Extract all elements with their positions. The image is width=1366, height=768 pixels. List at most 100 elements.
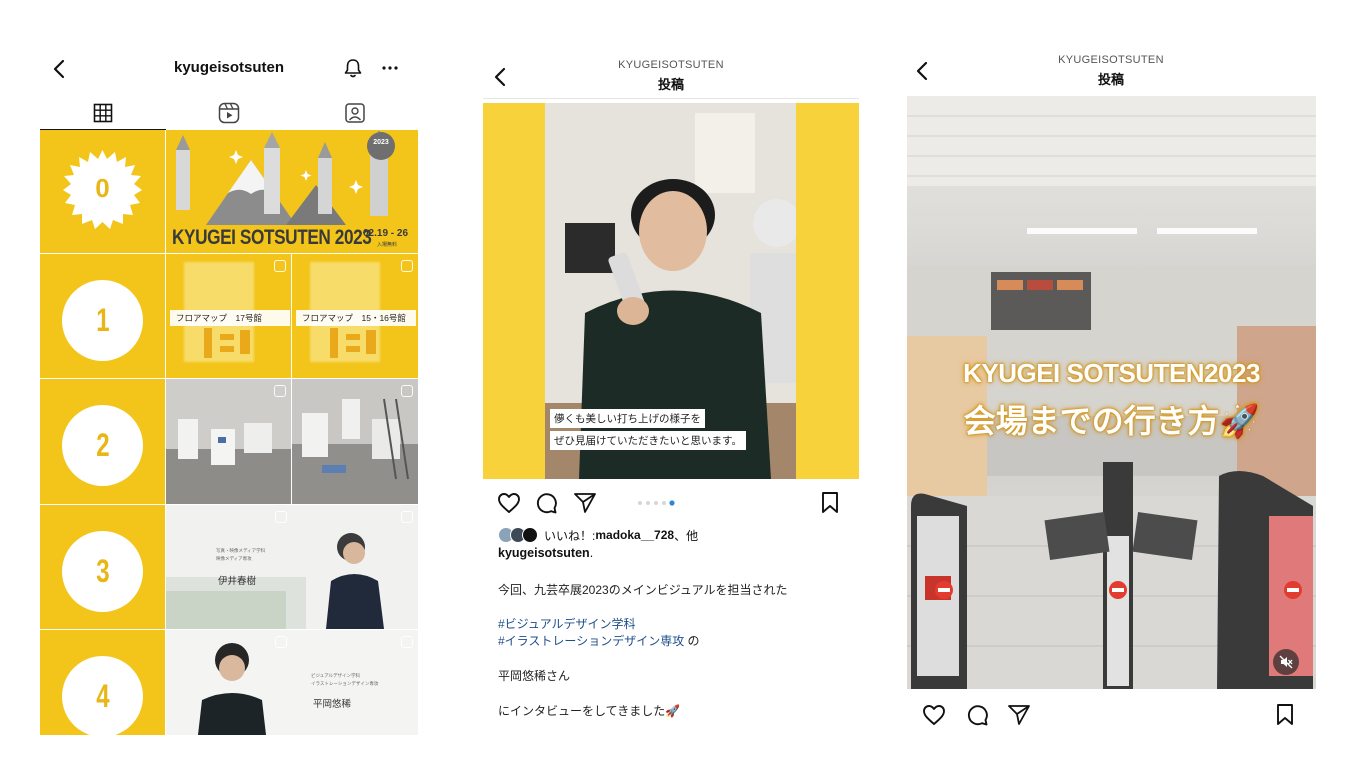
more-horizontal-icon[interactable]	[380, 59, 400, 77]
select-checkbox	[275, 511, 287, 523]
gallery-photo	[166, 379, 291, 504]
reel-overlay-line-2: 会場までの行き方🚀	[963, 403, 1260, 439]
post-header-title: 投稿	[657, 77, 684, 92]
profile-screen: kyugeisotsuten 0 2023 KYUGEI SOTSUTEN 20…	[40, 0, 418, 768]
number-circle: 4	[62, 656, 143, 735]
map-graphic	[204, 328, 250, 358]
portrait-dept: ビジュアルデザイン学科	[311, 673, 361, 678]
caption-account-suffix: .	[589, 546, 594, 560]
carousel-dots	[638, 500, 675, 506]
heart-icon[interactable]	[922, 704, 946, 726]
share-icon[interactable]	[573, 492, 597, 514]
share-icon[interactable]	[1007, 704, 1031, 726]
heart-icon[interactable]	[497, 492, 521, 514]
post-screen: KYUGEISOTSUTEN 投稿 儚くも美しい打ち上げの様子を ぜひ見届けてい…	[483, 0, 859, 768]
portrait-name: 伊井春樹	[218, 576, 257, 587]
hero-title: KYUGEI SOTSUTEN 2023	[172, 226, 372, 249]
caption-particle: の	[687, 634, 700, 648]
caption-hashtag-line: #イラストレーションデザイン専攻 の	[498, 632, 700, 649]
reel-overlay-line-1: KYUGEI SOTSUTEN2023	[963, 358, 1260, 388]
grid-tile-2[interactable]: 2	[40, 379, 165, 504]
hashtag-visual-design[interactable]: #ビジュアルデザイン学科	[498, 615, 635, 632]
grid-tile-gallery-photo[interactable]	[166, 379, 291, 504]
caption-account-name: kyugeisotsuten	[498, 546, 590, 560]
grid-tile-0[interactable]: 0	[40, 130, 165, 253]
caption-account[interactable]: kyugeisotsuten.	[498, 546, 593, 560]
reel-video[interactable]: KYUGEI SOTSUTEN2023 会場までの行き方🚀	[907, 96, 1316, 689]
bell-icon[interactable]	[342, 57, 364, 79]
grid-tile-floor-map-17[interactable]: フロアマップ 17号館	[166, 254, 291, 378]
tile-number: 2	[95, 427, 110, 463]
number-circle: 3	[62, 531, 143, 612]
hashtag-illustration-design[interactable]: #イラストレーションデザイン専攻	[498, 634, 684, 648]
grid-tile-gallery-photo-2[interactable]	[292, 379, 418, 504]
grid-icon	[93, 103, 113, 122]
post-grid: 0 2023 KYUGEI SOTSUTEN 2023 02.19 - 26 入…	[40, 130, 418, 735]
select-checkbox	[274, 385, 286, 397]
gallery-photo	[292, 379, 418, 504]
tile-number: 4	[95, 678, 110, 714]
grid-tile-3[interactable]: 3	[40, 505, 165, 629]
bookmark-icon[interactable]	[1274, 703, 1296, 727]
reels-icon	[218, 102, 240, 124]
reel-screen: KYUGEISOTSUTEN 投稿 KYUGEI SOTSUTEN2023 会場…	[906, 0, 1316, 768]
likes-row[interactable]: いいね！: madoka__728 、他	[498, 526, 698, 544]
caption-line-1: 儚くも美しい打ち上げの様子を	[550, 409, 705, 428]
liker-avatars	[498, 527, 542, 543]
select-checkbox	[401, 636, 413, 648]
portrait-name: 平岡悠稀	[313, 699, 352, 710]
map-graphic	[330, 328, 376, 358]
select-checkbox	[401, 385, 413, 397]
hero-note: 入場無料	[377, 242, 398, 248]
tagged-icon	[345, 103, 365, 123]
portrait-major: イラストレーションデザイン専攻	[311, 681, 379, 686]
tab-posts-grid[interactable]	[40, 96, 166, 130]
select-checkbox	[275, 636, 287, 648]
reel-account-caps: KYUGEISOTSUTEN	[1058, 54, 1164, 66]
reel-actions	[906, 700, 1316, 730]
bookmark-icon[interactable]	[819, 491, 841, 515]
number-circle: 2	[62, 405, 143, 486]
grid-tile-1[interactable]: 1	[40, 254, 165, 378]
tile-number: 1	[95, 302, 110, 338]
likes-suffix: 、他	[674, 528, 699, 543]
hero-date: 02.19 - 26	[363, 228, 409, 239]
grid-tile-floor-map-15-16[interactable]: フロアマップ 15・16号館	[292, 254, 418, 378]
number-circle: 1	[62, 280, 143, 361]
post-image[interactable]: 儚くも美しい打ち上げの様子を ぜひ見届けていただきたいと思います。	[483, 103, 859, 479]
floor-map-label: フロアマップ 15・16号館	[296, 310, 416, 326]
grid-tile-hero[interactable]: 2023 KYUGEI SOTSUTEN 2023 02.19 - 26 入場無…	[166, 130, 418, 253]
post-account-caps: KYUGEISOTSUTEN	[618, 59, 724, 71]
comment-icon[interactable]	[535, 492, 557, 514]
profile-tabs	[40, 96, 418, 130]
select-checkbox	[274, 260, 286, 272]
caption-line-2: ぜひ見届けていただきたいと思います。	[550, 431, 746, 450]
portrait-dept: 写真・映像メディア学科	[216, 548, 266, 553]
post-actions	[483, 490, 859, 518]
floor-map-label: フロアマップ 17号館	[170, 310, 290, 326]
interview-photo: 儚くも美しい打ち上げの様子を ぜひ見届けていただきたいと思います。	[545, 103, 796, 479]
tab-tagged[interactable]	[292, 96, 418, 130]
mute-button[interactable]	[1273, 649, 1299, 675]
starburst-icon	[63, 150, 142, 229]
reel-header-title: 投稿	[1097, 72, 1124, 87]
likes-prefix: いいね！:	[544, 528, 596, 543]
select-checkbox	[401, 260, 413, 272]
grid-tile-portrait-4[interactable]: ビジュアルデザイン学科 イラストレーションデザイン専攻 平岡悠稀	[166, 630, 418, 735]
tab-reels[interactable]	[166, 96, 292, 130]
grid-tile-portrait-3[interactable]: 写真・映像メディア学科 映像メディア専攻 伊井春樹	[166, 505, 418, 629]
caption-body-name: 平岡悠稀さん	[498, 669, 571, 683]
comment-icon[interactable]	[966, 704, 988, 726]
select-checkbox	[401, 511, 413, 523]
caption-body-1: 今回、九芸卒展2023のメインビジュアルを担当された	[498, 583, 788, 597]
tile-number: 3	[95, 553, 110, 589]
grid-tile-4[interactable]: 4	[40, 630, 165, 735]
avatar	[522, 527, 538, 543]
portrait-photo	[166, 505, 418, 629]
station-gate-scene	[907, 96, 1316, 689]
likes-user[interactable]: madoka__728	[595, 528, 674, 542]
hero-badge: 2023	[373, 139, 389, 146]
portrait-photo	[166, 630, 418, 735]
header-divider	[483, 98, 859, 99]
speaker-muted-icon	[1279, 655, 1293, 669]
